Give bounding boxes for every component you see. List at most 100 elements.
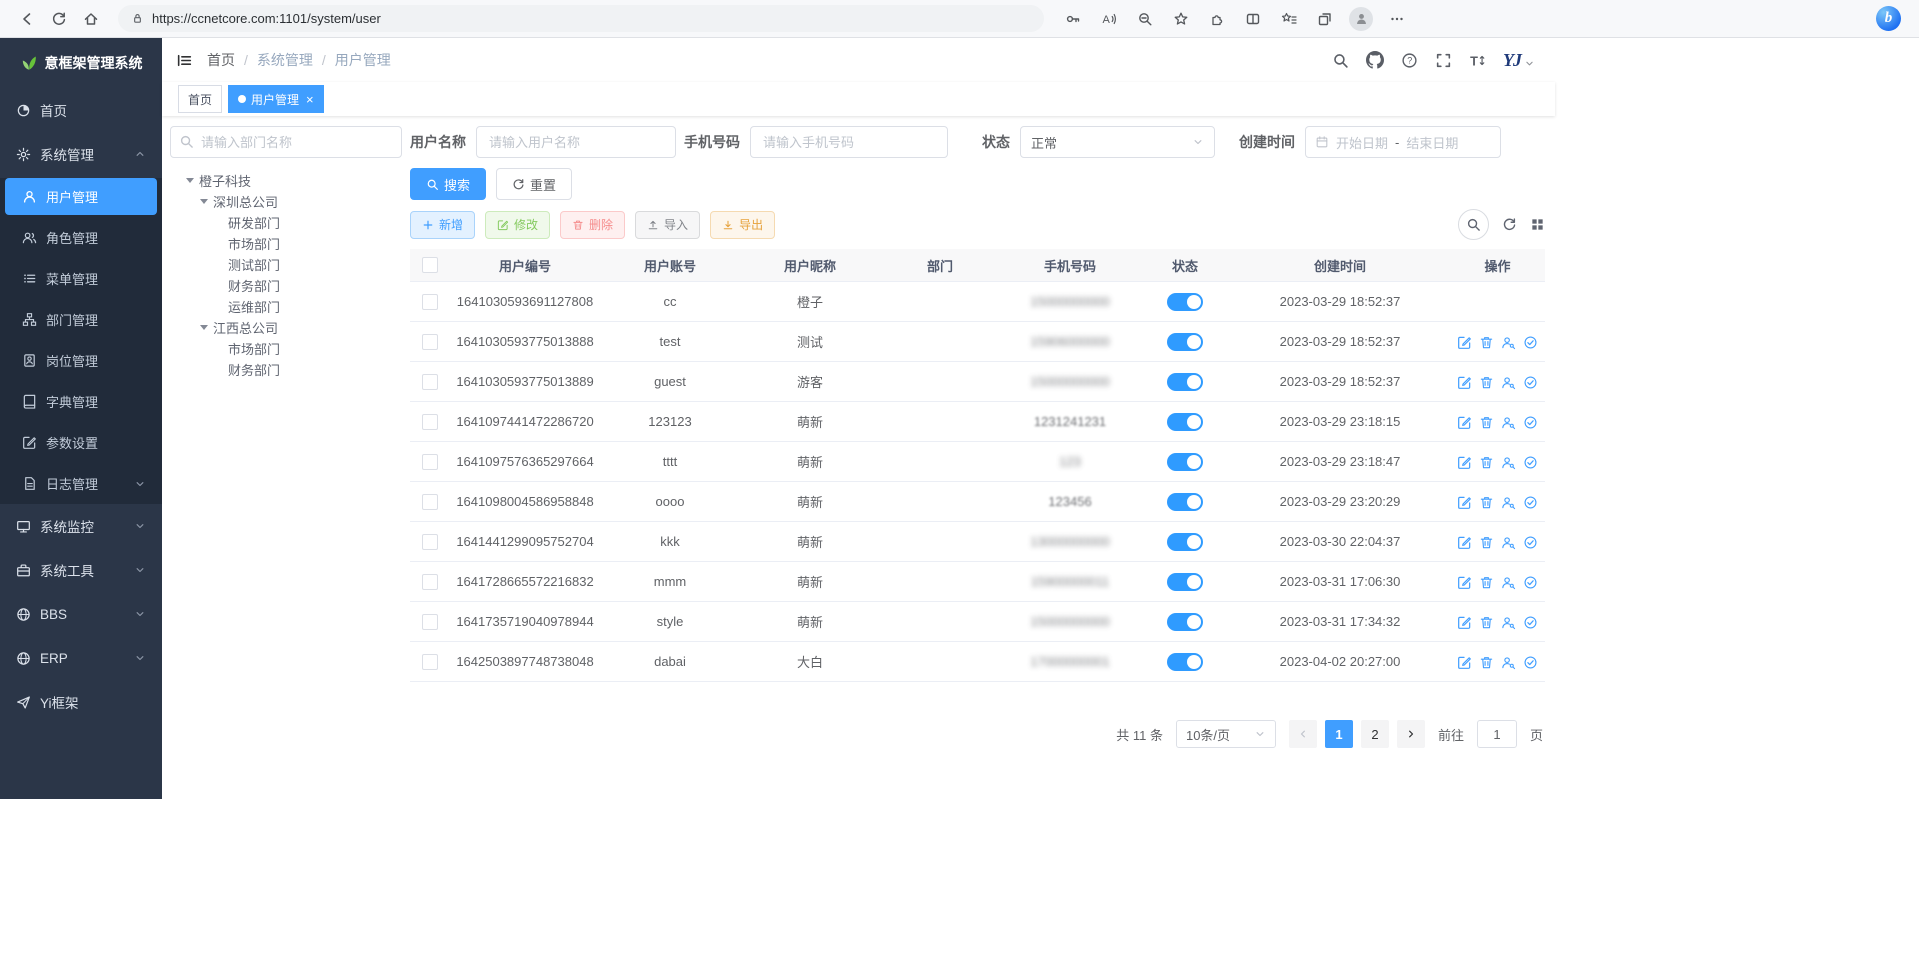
reset-password-icon[interactable]: [1501, 415, 1516, 430]
edit-icon[interactable]: [1457, 655, 1472, 670]
assign-role-icon[interactable]: [1523, 615, 1538, 630]
tree-node[interactable]: 橙子科技: [170, 170, 402, 191]
github-icon[interactable]: [1366, 51, 1384, 69]
edit-icon[interactable]: [1457, 535, 1472, 550]
export-button[interactable]: 导出: [710, 211, 775, 239]
status-toggle[interactable]: [1167, 653, 1203, 671]
font-size-icon[interactable]: [1469, 52, 1486, 69]
row-checkbox[interactable]: [422, 334, 438, 350]
edit-icon[interactable]: [1457, 335, 1472, 350]
extensions-icon[interactable]: [1200, 4, 1234, 34]
sidebar-item-bbs[interactable]: BBS: [0, 592, 162, 636]
date-range-picker[interactable]: 开始日期 - 结束日期: [1305, 126, 1501, 158]
edit-icon[interactable]: [1457, 455, 1472, 470]
search-button[interactable]: 搜索: [410, 168, 486, 200]
edit-icon[interactable]: [1457, 615, 1472, 630]
tree-node[interactable]: 江西总公司: [170, 317, 402, 338]
refresh-icon[interactable]: [1502, 217, 1517, 232]
tab-user-mgmt[interactable]: 用户管理 ×: [228, 85, 324, 113]
row-checkbox[interactable]: [422, 454, 438, 470]
tree-expand-caret-icon[interactable]: [186, 178, 194, 183]
page-size-select[interactable]: 10条/页: [1176, 720, 1276, 748]
browser-home-button[interactable]: [76, 4, 106, 34]
reset-button[interactable]: 重置: [496, 168, 572, 200]
sidebar-item-menu-mgmt[interactable]: 菜单管理: [0, 258, 162, 299]
assign-role-icon[interactable]: [1523, 455, 1538, 470]
row-checkbox[interactable]: [422, 614, 438, 630]
row-checkbox[interactable]: [422, 374, 438, 390]
reset-password-icon[interactable]: [1501, 575, 1516, 590]
select-all-checkbox[interactable]: [422, 257, 438, 273]
reset-password-icon[interactable]: [1501, 615, 1516, 630]
goto-page-input[interactable]: [1477, 720, 1517, 748]
assign-role-icon[interactable]: [1523, 495, 1538, 510]
status-toggle[interactable]: [1167, 493, 1203, 511]
tree-expand-caret-icon[interactable]: [200, 199, 208, 204]
column-grid-icon[interactable]: [1530, 217, 1545, 232]
status-toggle[interactable]: [1167, 333, 1203, 351]
copilot-icon[interactable]: b: [1876, 6, 1901, 31]
username-input[interactable]: [476, 126, 676, 158]
sidebar-item-system-tools[interactable]: 系统工具: [0, 548, 162, 592]
fullscreen-icon[interactable]: [1435, 52, 1452, 69]
read-aloud-icon[interactable]: [1092, 4, 1126, 34]
user-avatar[interactable]: YJ: [1503, 51, 1535, 69]
edit-icon[interactable]: [1457, 575, 1472, 590]
delete-icon[interactable]: [1479, 655, 1494, 670]
dept-search-input[interactable]: [170, 126, 402, 158]
tree-node[interactable]: 财务部门: [170, 359, 402, 380]
add-favorite-icon[interactable]: [1164, 4, 1198, 34]
sidebar-item-yi-framework[interactable]: Yi框架: [0, 680, 162, 724]
reset-password-icon[interactable]: [1501, 335, 1516, 350]
assign-role-icon[interactable]: [1523, 535, 1538, 550]
next-page-button[interactable]: [1397, 720, 1425, 748]
assign-role-icon[interactable]: [1523, 375, 1538, 390]
status-toggle[interactable]: [1167, 293, 1203, 311]
delete-icon[interactable]: [1479, 335, 1494, 350]
delete-button[interactable]: 删除: [560, 211, 625, 239]
page-2-button[interactable]: 2: [1361, 720, 1389, 748]
sidebar-item-dict-mgmt[interactable]: 字典管理: [0, 381, 162, 422]
assign-role-icon[interactable]: [1523, 655, 1538, 670]
assign-role-icon[interactable]: [1523, 415, 1538, 430]
prev-page-button[interactable]: [1289, 720, 1317, 748]
assign-role-icon[interactable]: [1523, 575, 1538, 590]
edit-button[interactable]: 修改: [485, 211, 550, 239]
sidebar-item-home[interactable]: 首页: [0, 88, 162, 132]
tree-node[interactable]: 财务部门: [170, 275, 402, 296]
toggle-search-button[interactable]: [1458, 209, 1489, 240]
sidebar-item-user-mgmt[interactable]: 用户管理: [5, 178, 157, 215]
row-checkbox[interactable]: [422, 534, 438, 550]
collections-icon[interactable]: [1308, 4, 1342, 34]
search-icon[interactable]: [1332, 52, 1349, 69]
row-checkbox[interactable]: [422, 494, 438, 510]
password-key-icon[interactable]: [1056, 4, 1090, 34]
tree-node[interactable]: 测试部门: [170, 254, 402, 275]
tree-node[interactable]: 深圳总公司: [170, 191, 402, 212]
reset-password-icon[interactable]: [1501, 655, 1516, 670]
help-icon[interactable]: [1401, 52, 1418, 69]
favorites-icon[interactable]: [1272, 4, 1306, 34]
assign-role-icon[interactable]: [1523, 335, 1538, 350]
add-button[interactable]: 新增: [410, 211, 475, 239]
row-checkbox[interactable]: [422, 574, 438, 590]
tree-node[interactable]: 研发部门: [170, 212, 402, 233]
tab-home[interactable]: 首页: [178, 85, 222, 113]
edit-icon[interactable]: [1457, 415, 1472, 430]
sidebar-item-system-mgmt[interactable]: 系统管理: [0, 132, 162, 176]
status-toggle[interactable]: [1167, 413, 1203, 431]
browser-refresh-button[interactable]: [44, 4, 74, 34]
tree-expand-caret-icon[interactable]: [200, 325, 208, 330]
import-button[interactable]: 导入: [635, 211, 700, 239]
edit-icon[interactable]: [1457, 495, 1472, 510]
status-toggle[interactable]: [1167, 453, 1203, 471]
browser-more-icon[interactable]: [1380, 4, 1414, 34]
delete-icon[interactable]: [1479, 535, 1494, 550]
sidebar-item-role-mgmt[interactable]: 角色管理: [0, 217, 162, 258]
delete-icon[interactable]: [1479, 375, 1494, 390]
row-checkbox[interactable]: [422, 654, 438, 670]
address-bar[interactable]: https://ccnetcore.com:1101/system/user: [118, 5, 1044, 32]
sidebar-item-post-mgmt[interactable]: 岗位管理: [0, 340, 162, 381]
sidebar-item-erp[interactable]: ERP: [0, 636, 162, 680]
delete-icon[interactable]: [1479, 495, 1494, 510]
